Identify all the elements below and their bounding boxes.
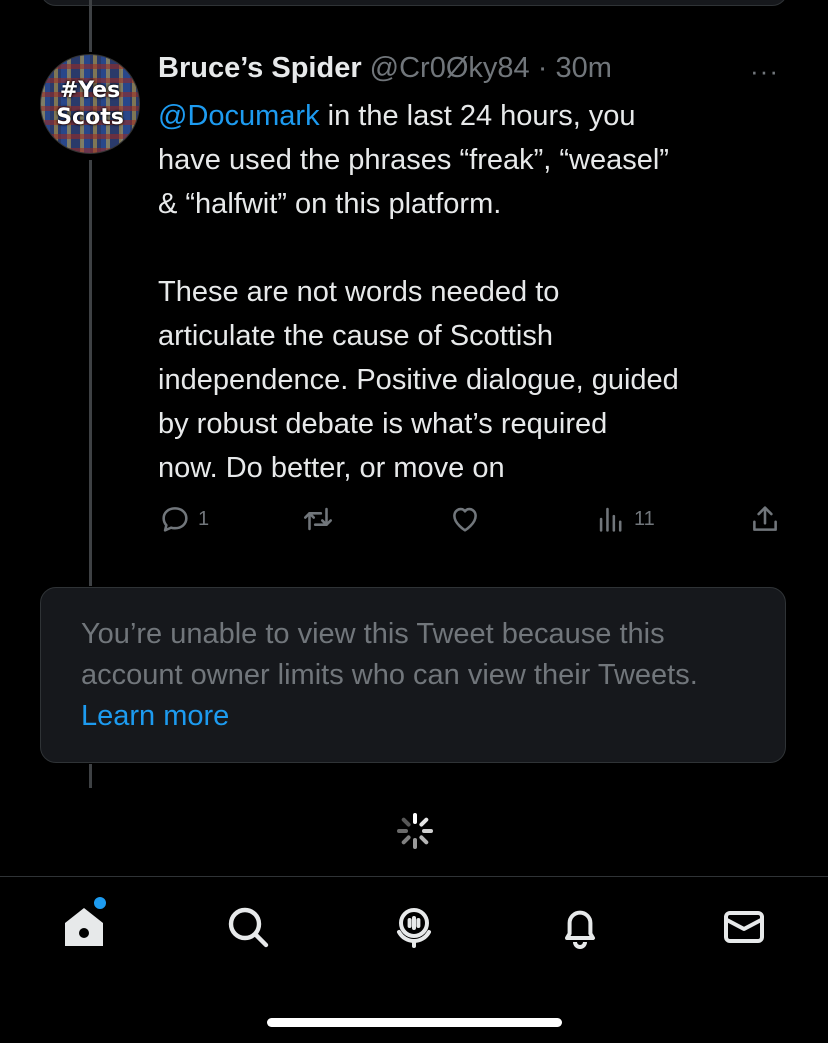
- unavailable-tweet-notice: You’re unable to view this Tweet because…: [40, 587, 786, 763]
- loading-spinner-icon: [397, 813, 433, 849]
- spaces-icon: [397, 908, 431, 948]
- tweet-header: Bruce’s Spider @Cr0Øky84 · 30m: [158, 52, 612, 85]
- mention-link[interactable]: @Documark: [158, 100, 320, 132]
- like-button[interactable]: [448, 502, 482, 536]
- display-name[interactable]: Bruce’s Spider: [158, 52, 362, 84]
- reply-count: 1: [198, 507, 210, 530]
- thread-line-middle: [89, 160, 92, 586]
- search-icon: [228, 907, 269, 948]
- reply-button[interactable]: 1: [158, 502, 209, 536]
- tweet-actions: 1 11: [158, 500, 788, 540]
- avatar-text-line-1: #Yes: [59, 78, 121, 103]
- share-button[interactable]: [748, 502, 782, 536]
- tab-messages[interactable]: [720, 903, 768, 956]
- time-separator: ·: [529, 52, 556, 84]
- thread-line-top: [89, 0, 92, 52]
- more-icon[interactable]: ···: [750, 56, 779, 87]
- tab-notifications[interactable]: [556, 903, 604, 956]
- tab-search[interactable]: [224, 903, 272, 956]
- notification-dot: [92, 895, 108, 911]
- avatar[interactable]: #Yes Scots: [40, 54, 140, 154]
- reply-icon: [162, 507, 188, 532]
- views-icon: [599, 507, 622, 532]
- previous-tweet-card[interactable]: [40, 0, 788, 6]
- learn-more-link[interactable]: Learn more: [81, 700, 229, 732]
- views-button[interactable]: 11: [594, 502, 655, 536]
- home-indicator[interactable]: [267, 1018, 562, 1027]
- like-icon: [453, 507, 477, 532]
- timestamp[interactable]: 30m: [555, 52, 611, 84]
- tab-spaces[interactable]: [390, 903, 438, 956]
- tweet-body: in the last 24 hours, you have used the …: [158, 100, 679, 484]
- notifications-icon: [565, 910, 595, 949]
- avatar-text-line-2: Scots: [56, 105, 124, 130]
- tweet-text: @Documark in the last 24 hours, you have…: [158, 94, 798, 490]
- retweet-icon: [303, 507, 333, 531]
- thread-line-bottom: [89, 764, 92, 788]
- unavailable-text: You’re unable to view this Tweet because…: [81, 618, 698, 691]
- tab-home[interactable]: [60, 895, 108, 956]
- retweet-button[interactable]: [300, 502, 336, 536]
- share-icon: [753, 506, 777, 531]
- handle[interactable]: @Cr0Øky84: [370, 52, 530, 84]
- views-count: 11: [634, 507, 655, 530]
- messages-icon: [724, 911, 764, 943]
